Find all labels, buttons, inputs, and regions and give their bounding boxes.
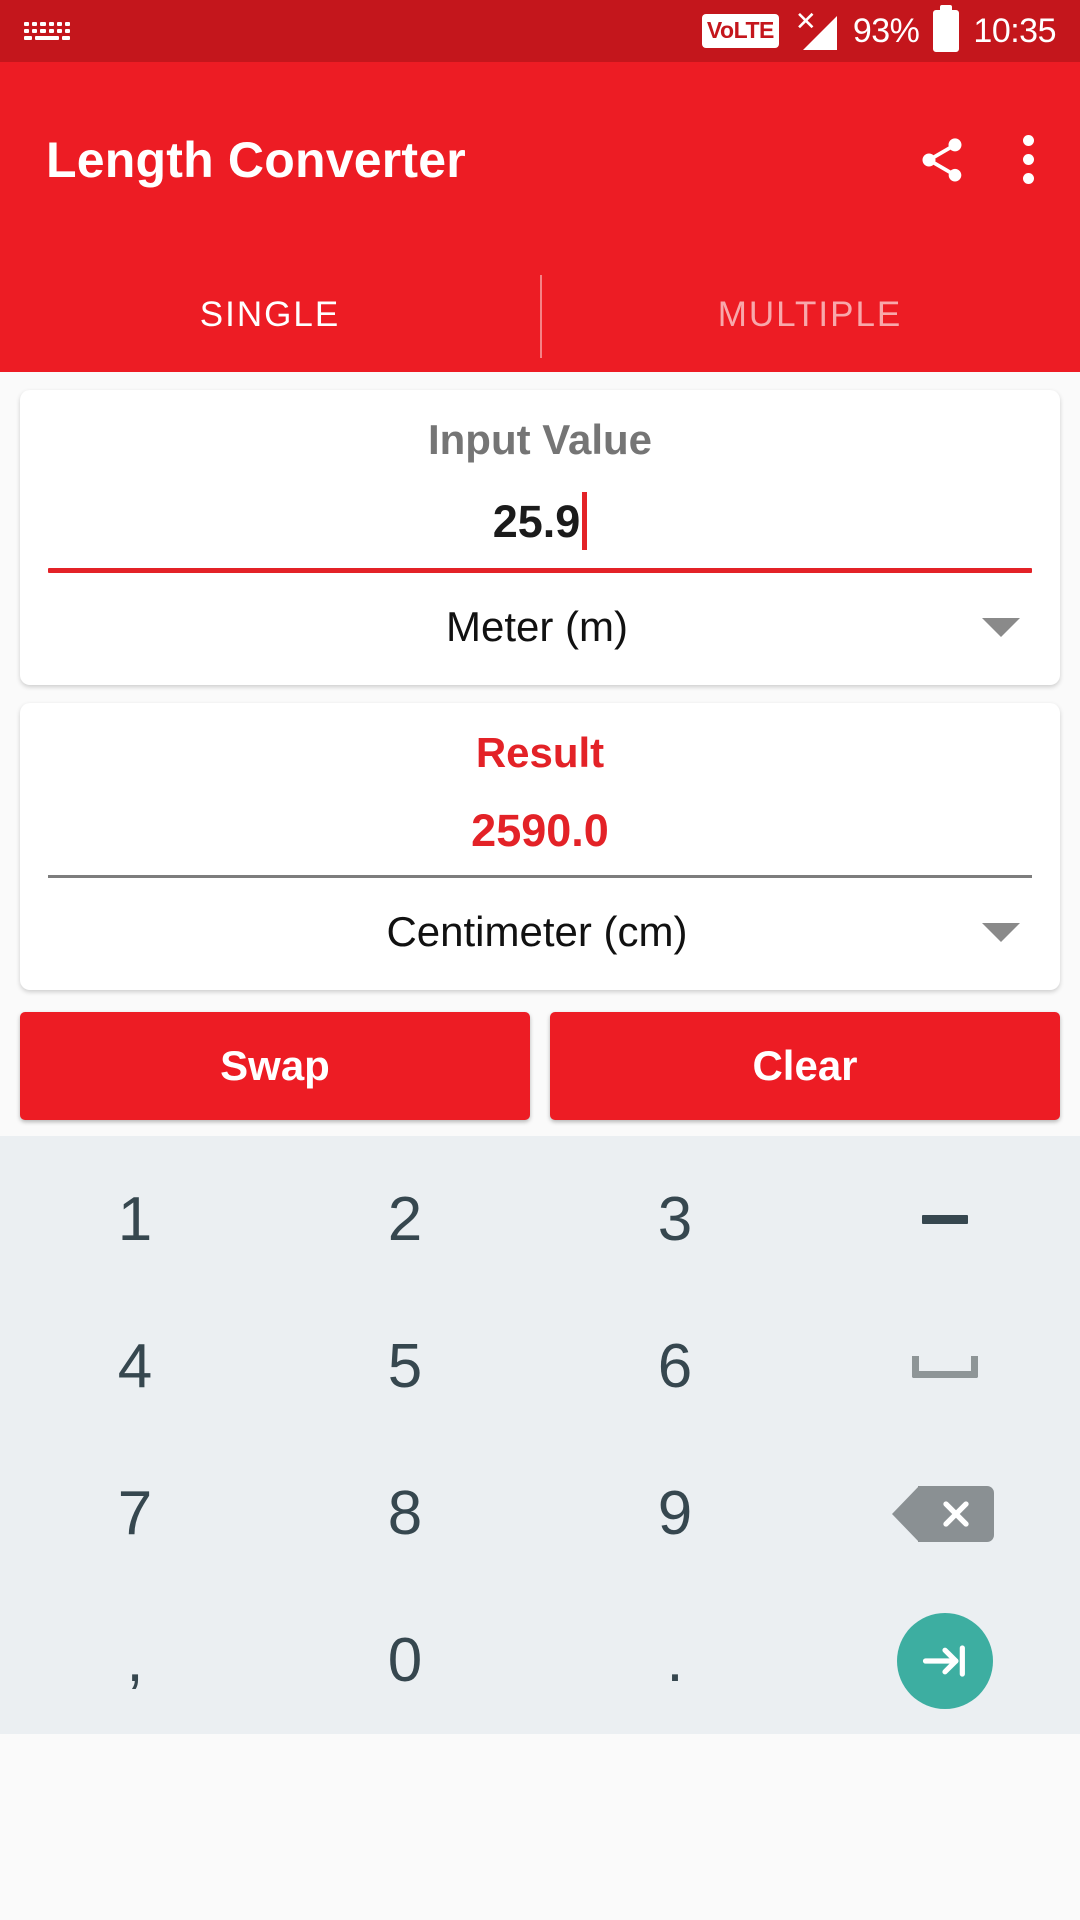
action-button-row: Swap Clear — [20, 1012, 1060, 1136]
text-cursor — [582, 492, 588, 550]
tab-bar: SINGLE MULTIPLE — [0, 257, 1080, 372]
keyboard-row: 4 5 6 — [0, 1293, 1080, 1440]
result-unit-dropdown[interactable]: Centimeter (cm) — [48, 878, 1032, 968]
result-value-text: 2590.0 — [471, 805, 609, 856]
page-title: Length Converter — [46, 131, 466, 188]
volte-badge: VoLTE — [701, 14, 779, 48]
status-bar-clock: 10:35 — [973, 11, 1056, 50]
tab-single[interactable]: SINGLE — [0, 295, 540, 335]
key-9[interactable]: 9 — [540, 1440, 810, 1587]
chevron-down-icon[interactable] — [982, 922, 1020, 942]
share-icon[interactable] — [916, 134, 968, 186]
input-unit-dropdown[interactable]: Meter (m) — [48, 573, 1032, 663]
status-bar-left — [24, 18, 71, 44]
numeric-keyboard: 1 2 3 4 5 6 7 8 9 , 0 . — [0, 1136, 1080, 1734]
status-bar: VoLTE ✕ 93% 10:35 — [0, 0, 1080, 62]
space-bar-icon[interactable] — [810, 1293, 1080, 1440]
main-content: Input Value 25.9 Meter (m) Result 2590.0… — [0, 390, 1080, 1136]
result-card: Result 2590.0 Centimeter (cm) — [20, 703, 1060, 990]
keyboard-icon — [24, 18, 71, 44]
next-arrow-icon[interactable] — [897, 1612, 993, 1709]
chevron-down-icon[interactable] — [982, 617, 1020, 637]
input-card: Input Value 25.9 Meter (m) — [20, 390, 1060, 685]
minus-icon[interactable] — [810, 1146, 1080, 1293]
backspace-key[interactable] — [810, 1440, 1080, 1587]
key-3[interactable]: 3 — [540, 1146, 810, 1293]
backspace-icon[interactable] — [892, 1485, 994, 1542]
input-value-text[interactable]: 25.9 — [493, 496, 581, 548]
result-value-row: 2590.0 — [48, 805, 1032, 875]
battery-percent-label: 93% — [852, 11, 920, 50]
key-period[interactable]: . — [540, 1587, 810, 1734]
keyboard-row: , 0 . — [0, 1587, 1080, 1734]
result-unit-value: Centimeter (cm) — [386, 908, 688, 955]
input-value-label: Input Value — [427, 416, 653, 463]
app-bar: Length Converter — [0, 62, 1080, 257]
key-6[interactable]: 6 — [540, 1293, 810, 1440]
key-8[interactable]: 8 — [270, 1440, 540, 1587]
input-value-row[interactable]: 25.9 — [48, 492, 1032, 568]
key-5[interactable]: 5 — [270, 1293, 540, 1440]
result-label: Result — [475, 729, 605, 776]
key-7[interactable]: 7 — [0, 1440, 270, 1587]
keyboard-row: 7 8 9 — [0, 1440, 1080, 1587]
key-1[interactable]: 1 — [0, 1146, 270, 1293]
battery-icon — [933, 10, 960, 52]
input-unit-value: Meter (m) — [446, 603, 628, 650]
keyboard-row: 1 2 3 — [0, 1146, 1080, 1293]
swap-button[interactable]: Swap — [20, 1012, 530, 1120]
app-bar-actions — [916, 134, 1034, 186]
key-0[interactable]: 0 — [270, 1587, 540, 1734]
tab-divider — [540, 275, 542, 358]
status-bar-right: VoLTE ✕ 93% 10:35 — [701, 8, 1056, 52]
key-comma[interactable]: , — [0, 1587, 270, 1734]
tab-multiple[interactable]: MULTIPLE — [540, 295, 1080, 335]
more-vertical-icon[interactable] — [1022, 135, 1034, 184]
clear-button[interactable]: Clear — [550, 1012, 1060, 1120]
enter-key[interactable] — [810, 1587, 1080, 1734]
signal-no-service-icon: ✕ — [793, 8, 839, 52]
key-4[interactable]: 4 — [0, 1293, 270, 1440]
key-2[interactable]: 2 — [270, 1146, 540, 1293]
